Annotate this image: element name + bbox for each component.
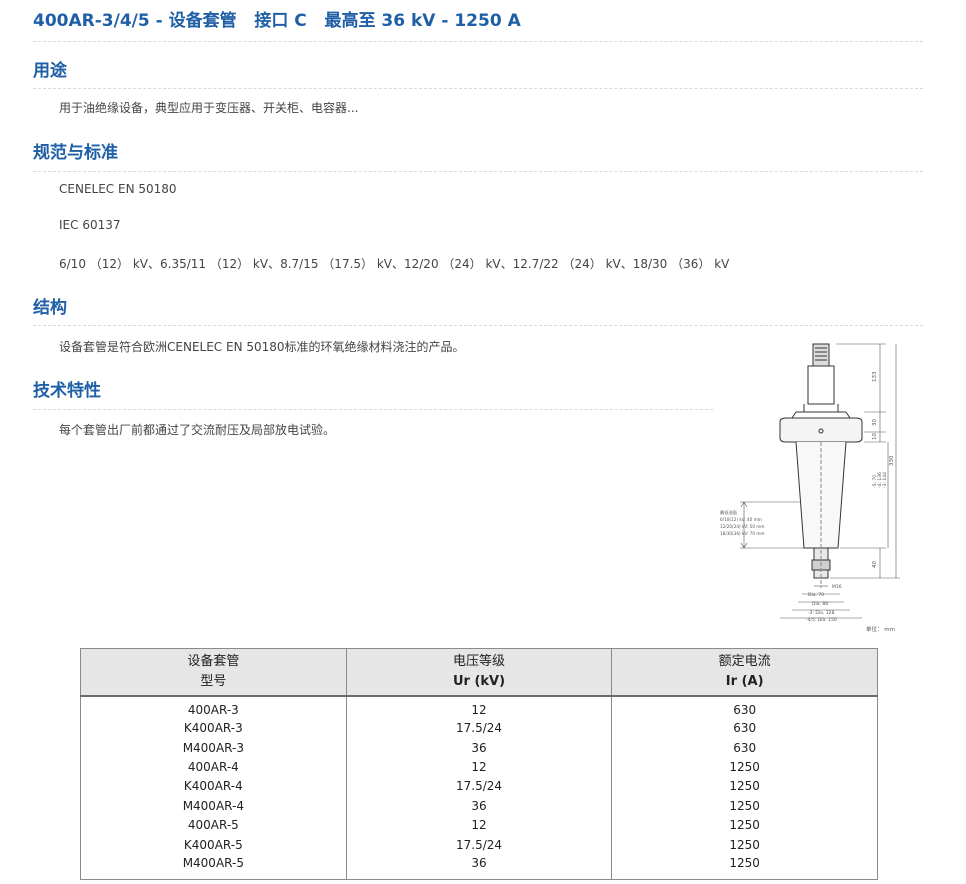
cell-model: M400AR-5: [80, 854, 347, 880]
table-row: K400AR-3 17.5/24 630: [80, 718, 878, 738]
cell-current: 630: [611, 718, 878, 738]
cell-voltage: 17.5/24: [345, 834, 613, 855]
cell-voltage: 17.5/24: [345, 718, 613, 738]
col-header-voltage: 电压等级 Ur (kV): [345, 648, 613, 697]
cell-current: 630: [611, 737, 878, 758]
cell-current: 1250: [611, 834, 878, 855]
dim-10: 10: [872, 433, 878, 440]
terminal-stud: [812, 343, 830, 367]
col-header-current: 额定电流 Ir (A): [611, 648, 878, 697]
cell-model: 400AR-5: [80, 815, 347, 835]
table-row: M400AR-4 36 1250: [80, 796, 878, 816]
heading-usage: 用途: [33, 61, 67, 81]
heading-features: 技术特性: [33, 381, 101, 401]
standard-item: IEC 60137: [59, 218, 121, 232]
structure-text: 设备套管是符合欧洲CENELEC EN 50180标准的环氧绝缘材料浇注的产品。: [59, 340, 465, 354]
table-row: K400AR-4 17.5/24 1250: [80, 776, 878, 797]
cell-model: K400AR-4: [80, 776, 347, 797]
dim-m16: M16: [832, 584, 842, 590]
cell-voltage: 12: [345, 815, 613, 835]
dim-dia150: -4/5: Dia. 150: [806, 617, 837, 623]
heading-standards: 规范与标准: [33, 143, 118, 163]
divider: [33, 171, 923, 172]
cell-model: M400AR-4: [80, 796, 347, 816]
cell-model: M400AR-3: [80, 737, 347, 758]
dim-133: 133: [872, 371, 878, 382]
table-row: 400AR-4 12 1250: [80, 757, 878, 777]
cell-current: 1250: [611, 815, 878, 835]
dim-dia128: -3: Dia. 128: [808, 610, 834, 616]
table-header-row: 设备套管 型号 电压等级 Ur (kV) 额定电流 Ir (A): [80, 648, 878, 697]
features-text: 每个套管出厂前都通过了交流耐压及局部放电试验。: [59, 423, 336, 437]
cell-voltage: 17.5/24: [345, 776, 613, 797]
dim-dia88: Dia. 88: [812, 601, 828, 607]
table-row: K400AR-5 17.5/24 1250: [80, 834, 878, 855]
divider: [33, 41, 923, 42]
bushing-drawing: 133 30 10 330 -3: 144 -4: 136 -5: 70 40 …: [720, 343, 900, 633]
dim-40: 40: [872, 561, 878, 568]
divider: [33, 325, 923, 326]
standard-item: 6/10 （12） kV、6.35/11 （12） kV、8.7/15 （17.…: [59, 257, 730, 271]
cell-model: K400AR-5: [80, 834, 347, 855]
cell-current: 630: [611, 695, 878, 719]
usage-text: 用于油绝缘设备，典型应用于变压器、开关柜、电容器...: [59, 101, 359, 115]
dim-30: 30: [872, 419, 878, 426]
standard-item: CENELEC EN 50180: [59, 182, 177, 196]
dim-330: 330: [889, 455, 895, 466]
cell-voltage: 12: [345, 695, 613, 719]
cell-current: 1250: [611, 796, 878, 816]
table-row: M400AR-5 36 1250: [80, 854, 878, 880]
dim-dia70: Dia. 70: [808, 592, 824, 598]
table-row: 400AR-5 12 1250: [80, 815, 878, 835]
cell-model: 400AR-3: [80, 695, 347, 719]
cell-current: 1250: [611, 854, 878, 880]
cell-voltage: 36: [345, 796, 613, 816]
unit-note: 单位： mm: [866, 625, 895, 633]
oil-level-24kv: 12/20(24) kV: 50 mm: [720, 524, 765, 529]
spec-table: 设备套管 型号 电压等级 Ur (kV) 额定电流 Ir (A) 400AR-3…: [80, 648, 878, 880]
upper-body: [807, 365, 835, 405]
cell-current: 1250: [611, 776, 878, 797]
cell-voltage: 36: [345, 737, 613, 758]
cell-voltage: 12: [345, 757, 613, 777]
col-header-model: 设备套管 型号: [80, 648, 347, 697]
dim-70: -5: 70: [872, 475, 878, 488]
oil-level-12kv: 6/10(12) kV: 40 mm: [720, 517, 762, 522]
cell-model: 400AR-4: [80, 757, 347, 777]
table-row: 400AR-3 12 630: [80, 695, 878, 719]
table-row: M400AR-3 36 630: [80, 737, 878, 758]
oil-level-36kv: 18/30(36) kV: 70 mm: [720, 531, 765, 536]
divider: [33, 88, 923, 89]
page-title: 400AR-3/4/5 - 设备套管 接口 C 最高至 36 kV - 1250…: [33, 11, 521, 31]
cell-voltage: 36: [345, 854, 613, 880]
heading-structure: 结构: [33, 298, 67, 318]
cell-model: K400AR-3: [80, 718, 347, 738]
oil-level-label: 最低油面: [720, 509, 737, 516]
divider: [33, 409, 713, 410]
cell-current: 1250: [611, 757, 878, 777]
flange: [779, 417, 863, 443]
